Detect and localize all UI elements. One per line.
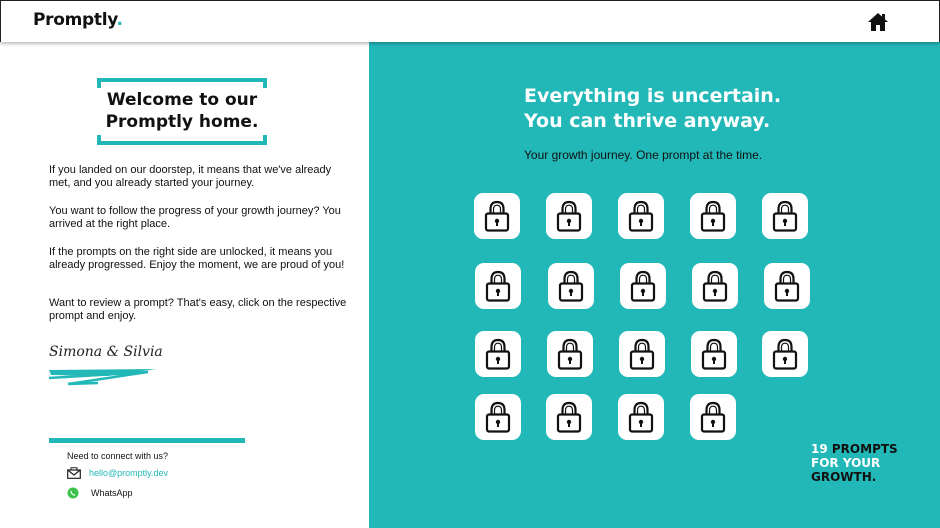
lock-icon — [628, 200, 654, 232]
lock-icon — [485, 338, 511, 370]
tagline-line3: GROWTH. — [811, 470, 877, 484]
prompt-tile-6[interactable] — [475, 263, 521, 309]
contact-title: Need to connect with us? — [67, 451, 169, 461]
lock-icon — [702, 270, 728, 302]
lock-icon — [485, 401, 511, 433]
prompt-tile-12[interactable] — [547, 331, 593, 377]
lock-icon — [558, 270, 584, 302]
prompt-tile-5[interactable] — [762, 193, 808, 239]
prompt-tile-4[interactable] — [690, 193, 736, 239]
hero-subline: Your growth journey. One prompt at the t… — [524, 148, 763, 162]
right-panel: Everything is uncertain. You can thrive … — [369, 42, 940, 528]
lock-icon — [485, 270, 511, 302]
lock-icon — [484, 200, 510, 232]
prompt-tile-15[interactable] — [762, 331, 808, 377]
prompt-tile-7[interactable] — [548, 263, 594, 309]
hero-headline: Everything is uncertain. You can thrive … — [524, 84, 781, 134]
lock-icon — [556, 200, 582, 232]
logo[interactable]: Promptly. — [33, 10, 123, 30]
prompt-tile-19[interactable] — [690, 394, 736, 440]
logo-text: Promptly — [33, 10, 117, 30]
prompt-tile-2[interactable] — [546, 193, 592, 239]
welcome-title-line2: Promptly home. — [105, 112, 259, 132]
welcome-title-line1: Welcome to our — [106, 90, 258, 110]
contact-email: hello@promptly.dev — [89, 468, 169, 478]
lock-icon — [772, 338, 798, 370]
lock-icon — [700, 401, 726, 433]
hero-headline-line1: Everything is uncertain. — [524, 85, 782, 107]
prompt-tile-13[interactable] — [619, 331, 665, 377]
prompt-tile-18[interactable] — [618, 394, 664, 440]
prompt-tile-9[interactable] — [692, 263, 738, 309]
lock-icon — [774, 270, 800, 302]
prompt-tile-11[interactable] — [475, 331, 521, 377]
top-bar: Promptly. — [0, 0, 940, 42]
welcome-title: Welcome to our Promptly home. — [97, 89, 267, 133]
home-button[interactable] — [867, 12, 889, 32]
intro-paragraph-4: Want to review a prompt? That's easy, cl… — [49, 297, 347, 322]
envelope-icon — [67, 467, 81, 479]
lock-icon — [557, 338, 583, 370]
contact-whatsapp-link[interactable]: WhatsApp — [67, 486, 133, 500]
intro-paragraph-2: You want to follow the progress of your … — [49, 205, 341, 230]
tagline-word1: PROMPTS — [831, 442, 898, 456]
lock-icon — [700, 200, 726, 232]
contact-divider — [49, 438, 245, 443]
whatsapp-icon — [67, 487, 79, 499]
lock-icon — [701, 338, 727, 370]
hero-headline-line2: You can thrive anyway. — [524, 110, 771, 132]
intro-paragraph-3: If the prompts on the right side are unl… — [49, 246, 345, 271]
lock-icon — [628, 401, 654, 433]
prompt-tile-16[interactable] — [475, 394, 521, 440]
left-panel: Welcome to our Promptly home. If you lan… — [0, 42, 369, 528]
lock-icon — [629, 338, 655, 370]
lock-icon — [772, 200, 798, 232]
intro-paragraph-1: If you landed on our doorstep, it means … — [49, 164, 332, 189]
welcome-box: Welcome to our Promptly home. — [97, 78, 267, 145]
prompt-tile-3[interactable] — [618, 193, 664, 239]
home-icon — [868, 13, 888, 31]
logo-dot: . — [116, 10, 123, 30]
prompt-tile-14[interactable] — [691, 331, 737, 377]
tagline-line2: FOR YOUR — [811, 456, 881, 470]
prompt-tile-8[interactable] — [620, 263, 666, 309]
tagline: 19 PROMPTS FOR YOUR GROWTH. — [811, 442, 898, 484]
signature-underline — [48, 369, 156, 386]
signature: Simona & Silvia — [49, 344, 163, 360]
lock-icon — [556, 401, 582, 433]
prompt-tile-17[interactable] — [546, 394, 592, 440]
prompt-tile-10[interactable] — [764, 263, 810, 309]
lock-icon — [630, 270, 656, 302]
prompt-tile-1[interactable] — [474, 193, 520, 239]
contact-whatsapp: WhatsApp — [91, 488, 133, 498]
contact-email-link[interactable]: hello@promptly.dev — [67, 466, 168, 480]
tagline-number: 19 — [811, 442, 828, 456]
